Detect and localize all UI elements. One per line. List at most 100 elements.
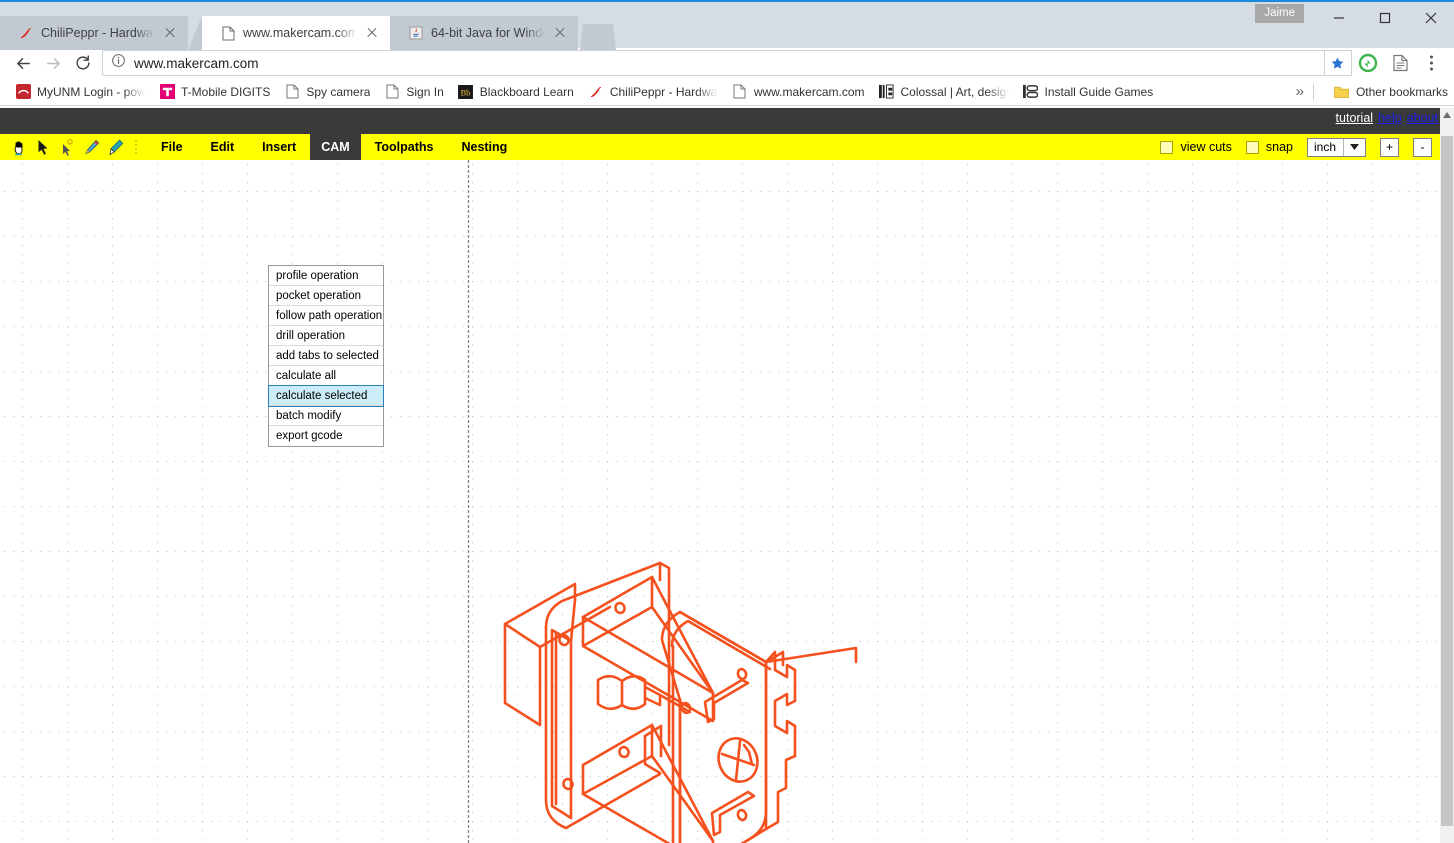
browser-tab-java[interactable]: 64-bit Java for Windows: [390, 16, 578, 50]
page-icon: [284, 84, 300, 100]
menu-edit[interactable]: Edit: [197, 134, 249, 160]
bookmark-install-guide-games[interactable]: Install Guide Games: [1016, 80, 1161, 104]
close-window-button[interactable]: [1408, 2, 1454, 34]
cam-menu-follow-path-operation[interactable]: follow path operation: [269, 306, 383, 326]
install-guide-icon: [1023, 84, 1039, 100]
cam-menu-calculate-selected[interactable]: calculate selected: [268, 385, 384, 407]
address-bar[interactable]: www.makercam.com: [102, 50, 1325, 76]
bookmark-blackboard[interactable]: Bb Blackboard Learn: [451, 80, 581, 104]
maximize-button[interactable]: [1362, 2, 1408, 34]
reader-icon[interactable]: [1384, 49, 1416, 77]
close-icon[interactable]: [552, 25, 568, 41]
app-vertical-scrollbar[interactable]: [1440, 108, 1454, 843]
bookmarks-overflow-button[interactable]: »: [1296, 83, 1304, 100]
back-arrow-icon[interactable]: [8, 49, 38, 77]
other-bookmarks-label: Other bookmarks: [1355, 84, 1448, 99]
bookmark-myunm[interactable]: MyUNM Login - powe: [8, 80, 152, 104]
bookmark-chilipeppr[interactable]: ChiliPeppr - Hardware: [581, 80, 725, 104]
browser-tab-chilipeppr[interactable]: ChiliPeppr - Hardware Fid: [0, 16, 188, 50]
window-controls: [1316, 2, 1454, 34]
folder-icon: [1334, 84, 1350, 100]
unm-icon: [15, 84, 31, 100]
tab-slant: [188, 16, 202, 50]
page-icon: [220, 25, 236, 41]
cam-menu-export-gcode[interactable]: export gcode: [269, 426, 383, 446]
bookmark-label: www.makercam.com: [753, 84, 865, 99]
zoom-in-button[interactable]: +: [1380, 137, 1399, 157]
cam-menu-pocket-operation[interactable]: pocket operation: [269, 286, 383, 306]
scrollbar-thumb[interactable]: [1441, 136, 1453, 826]
view-cuts-checkbox[interactable]: view cuts: [1160, 140, 1232, 154]
menu-file[interactable]: File: [147, 134, 197, 160]
makercam-app: tutorial help about File Edit Insert CAM…: [0, 108, 1454, 843]
new-tab-button[interactable]: [580, 24, 616, 50]
bookmark-label: T-Mobile DIGITS: [181, 84, 271, 99]
blackboard-icon: Bb: [458, 84, 474, 100]
bookmark-makercam[interactable]: www.makercam.com: [725, 80, 872, 104]
unit-select[interactable]: inch: [1306, 137, 1366, 157]
checkbox-box[interactable]: [1245, 140, 1259, 154]
cam-menu-calculate-all[interactable]: calculate all: [269, 366, 383, 386]
bookmark-tmobile[interactable]: T-Mobile DIGITS: [152, 80, 277, 104]
bookmarks-divider: [1313, 83, 1314, 100]
chili-pepper-icon: [588, 84, 604, 100]
java-icon: [408, 25, 424, 41]
browser-window: ChiliPeppr - Hardware Fid www.makercam.c…: [0, 0, 1454, 843]
node-edit-icon[interactable]: [59, 138, 76, 156]
close-icon[interactable]: [364, 25, 380, 41]
cam-menu-batch-modify[interactable]: batch modify: [269, 406, 383, 426]
app-topbar: tutorial help about: [0, 108, 1454, 134]
browser-tab-makercam[interactable]: www.makercam.com: [202, 16, 390, 50]
zoom-out-button[interactable]: -: [1413, 137, 1432, 157]
bookmark-spy-camera[interactable]: Spy camera: [277, 80, 377, 104]
page-info-icon[interactable]: [111, 53, 126, 73]
extension-icon[interactable]: [1352, 49, 1384, 77]
cam-menu-add-tabs-to-selected[interactable]: add tabs to selected: [269, 346, 383, 366]
pencil-icon[interactable]: [83, 138, 100, 156]
bookmark-label: Spy camera: [306, 84, 371, 99]
isometric-bracket-drawing[interactable]: [0, 160, 1440, 843]
pen-icon[interactable]: [107, 138, 124, 156]
chevron-down-icon[interactable]: [1343, 138, 1365, 156]
chili-pepper-icon: [18, 25, 34, 41]
select-arrow-icon[interactable]: [35, 138, 52, 156]
about-link[interactable]: about: [1407, 111, 1438, 125]
browser-tab-title: 64-bit Java for Windows: [431, 26, 545, 40]
tool-palette: [0, 138, 124, 156]
menu-cam[interactable]: CAM: [310, 134, 361, 160]
cam-menu-profile-operation[interactable]: profile operation: [269, 266, 383, 286]
bookmark-sign-in[interactable]: Sign In: [377, 80, 450, 104]
browser-titlebar: ChiliPeppr - Hardware Fid www.makercam.c…: [0, 0, 1454, 50]
chrome-menu-icon[interactable]: [1416, 49, 1446, 77]
minimize-button[interactable]: [1316, 2, 1362, 34]
browser-tab-title: www.makercam.com: [243, 26, 357, 40]
design-canvas[interactable]: [0, 160, 1440, 843]
browser-navbar: www.makercam.com: [0, 48, 1454, 78]
scroll-up-arrow-icon[interactable]: [1440, 108, 1454, 122]
checkbox-box[interactable]: [1160, 140, 1174, 154]
help-link[interactable]: help: [1378, 111, 1402, 125]
bookmark-star-icon[interactable]: [1324, 50, 1352, 76]
tutorial-link[interactable]: tutorial: [1336, 111, 1374, 125]
pan-hand-icon[interactable]: [11, 138, 28, 156]
other-bookmarks-button[interactable]: Other bookmarks: [1334, 84, 1448, 100]
tmobile-icon: [159, 84, 175, 100]
user-profile-chip[interactable]: Jaime: [1255, 4, 1304, 23]
menu-insert[interactable]: Insert: [248, 134, 310, 160]
bookmarks-bar: MyUNM Login - powe T-Mobile DIGITS Spy c…: [0, 78, 1454, 106]
bookmark-label: Install Guide Games: [1044, 84, 1154, 99]
cam-menu-drill-operation[interactable]: drill operation: [269, 326, 383, 346]
colossal-icon: [879, 84, 895, 100]
address-bar-text[interactable]: www.makercam.com: [134, 56, 259, 71]
menu-toolpaths[interactable]: Toolpaths: [361, 134, 448, 160]
bookmark-label: ChiliPeppr - Hardware: [609, 84, 718, 99]
browser-tab-title: ChiliPeppr - Hardware Fid: [41, 26, 155, 40]
toolbar-right-controls: view cuts snap inch + -: [1160, 137, 1432, 157]
bookmark-label: Blackboard Learn: [479, 84, 574, 99]
snap-checkbox[interactable]: snap: [1245, 140, 1293, 154]
reload-icon[interactable]: [68, 49, 98, 77]
bookmark-colossal[interactable]: Colossal | Art, design,: [872, 80, 1016, 104]
menu-nesting[interactable]: Nesting: [447, 134, 521, 160]
close-icon[interactable]: [162, 25, 178, 41]
toolbar-grip[interactable]: [134, 139, 138, 155]
